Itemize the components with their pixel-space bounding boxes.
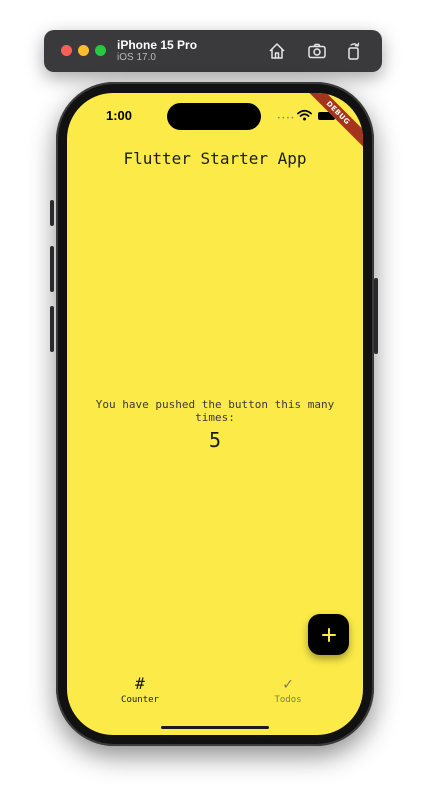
add-icon [321, 627, 336, 642]
counter-label: You have pushed the button this many tim… [95, 398, 335, 424]
nav-label-counter: Counter [121, 695, 159, 705]
app-title: Flutter Starter App [123, 149, 307, 168]
close-window-button[interactable] [61, 45, 72, 56]
minimize-window-button[interactable] [78, 45, 89, 56]
home-indicator[interactable] [161, 726, 269, 729]
checkmark-icon: ✓ [283, 674, 293, 693]
home-icon[interactable] [267, 41, 287, 61]
nav-label-todos: Todos [274, 695, 302, 705]
zoom-window-button[interactable] [95, 45, 106, 56]
volume-down-button [50, 306, 54, 352]
rotate-icon[interactable] [344, 41, 364, 61]
nav-item-todos[interactable]: ✓ Todos [248, 675, 328, 706]
hash-icon: # [135, 674, 145, 693]
increment-fab-button[interactable] [308, 614, 349, 655]
action-button [50, 200, 54, 226]
wifi-icon [297, 109, 312, 121]
volume-up-button [50, 246, 54, 292]
simulator-os-version: iOS 17.0 [117, 52, 156, 63]
cellular-signal-icon: •••• [277, 115, 296, 122]
screenshot-icon[interactable] [307, 41, 327, 61]
simulator-toolbar: iPhone 15 Pro iOS 17.0 [44, 30, 382, 72]
status-time: 1:00 [106, 108, 133, 123]
simulator-device-name: iPhone 15 Pro [117, 38, 198, 52]
nav-item-counter[interactable]: # Counter [100, 675, 180, 706]
app-screen: 1:00 •••• DEBUG Flutter Starter App You … [67, 93, 363, 735]
counter-value: 5 [208, 428, 222, 452]
power-button [374, 278, 378, 354]
dynamic-island [167, 103, 261, 130]
